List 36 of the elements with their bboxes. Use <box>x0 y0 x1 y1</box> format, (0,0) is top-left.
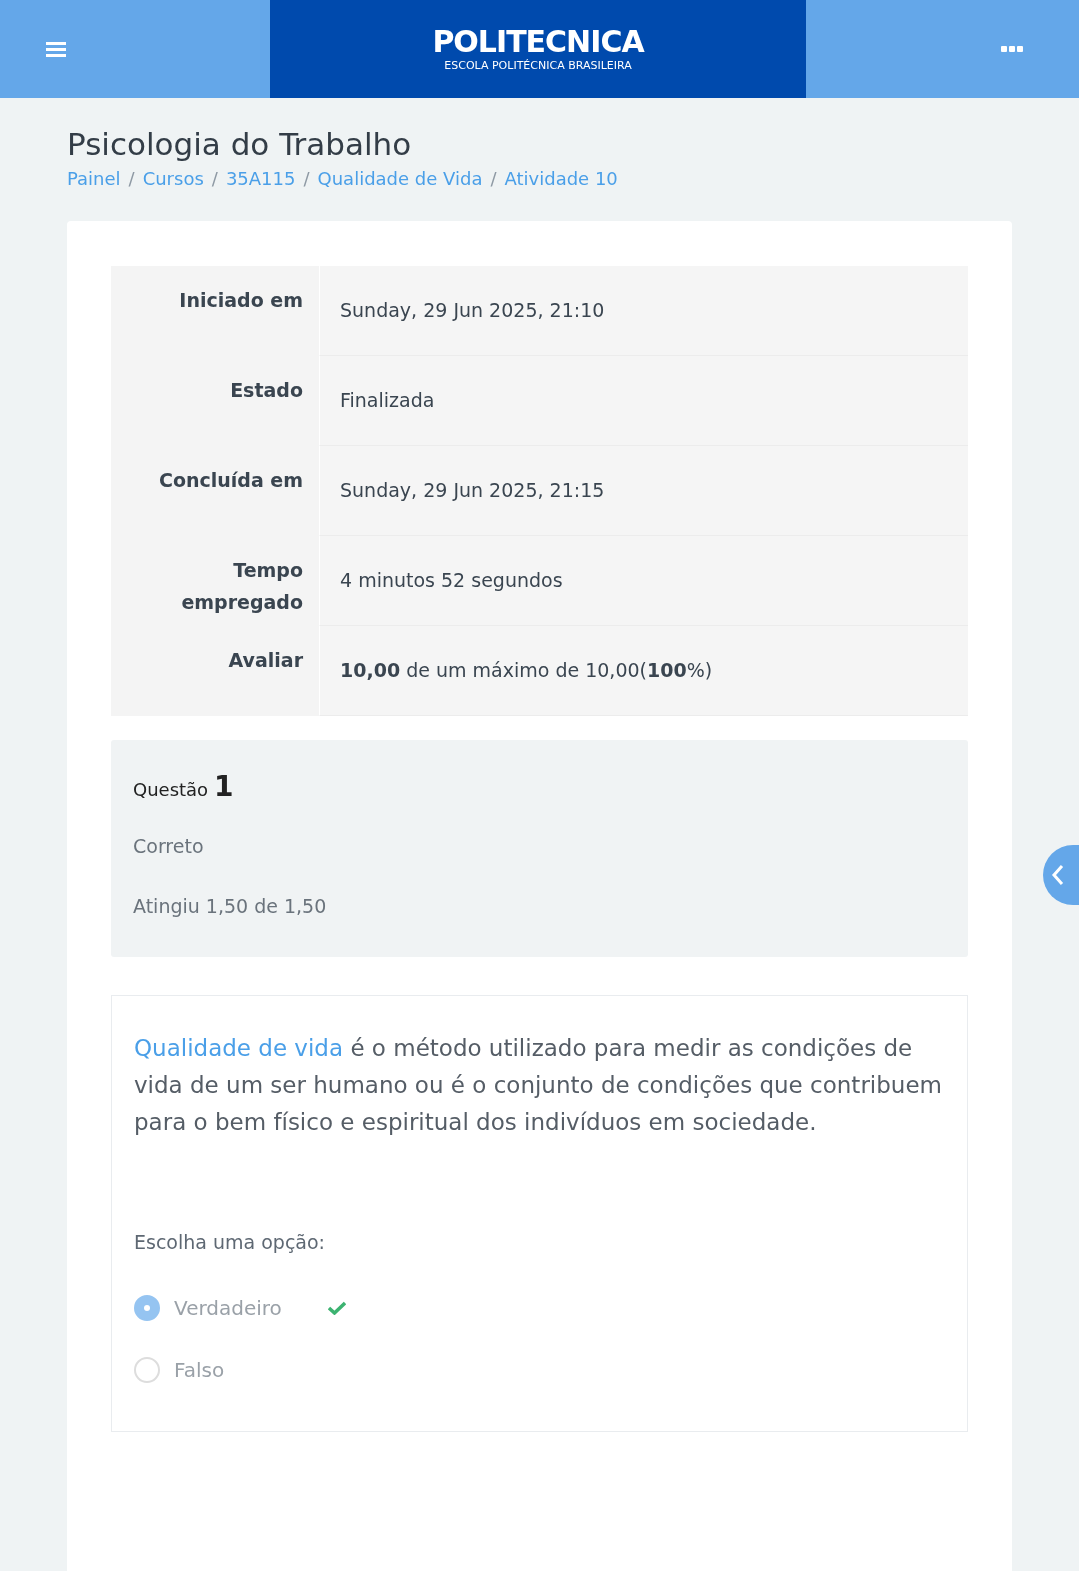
question-status: Correto <box>133 835 205 857</box>
logo-subtitle: ESCOLA POLITÉCNICA BRASILEIRA <box>444 58 632 72</box>
drawer-toggle-icon[interactable] <box>1043 845 1079 905</box>
question-link[interactable]: Qualidade de vida <box>134 1035 344 1061</box>
breadcrumb-link[interactable]: Painel <box>67 168 121 189</box>
summary-value: Sunday, 29 Jun 2025, 21:10 <box>319 266 968 356</box>
breadcrumb-link[interactable]: Qualidade de Vida <box>317 168 483 189</box>
summary-label: Estado <box>229 378 304 403</box>
breadcrumb-link[interactable]: Cursos <box>142 168 204 189</box>
question-grade: Atingiu 1,50 de 1,50 <box>133 895 328 917</box>
summary-value: 4 minutos 52 segundos <box>319 536 968 626</box>
summary-value: 10,00 de um máximo de 10,00(100%) <box>319 626 968 716</box>
question-text: Qualidade de vida é o método utilizado para medir as condições de vida de um ser humano ou é o conjunto de condições que contribuem para o bem físico e espiritual dos indivíduos em sociedade. <box>134 1034 943 1137</box>
page-title: Psicologia do Trabalho <box>67 126 413 162</box>
breadcrumb-separator: / <box>490 168 497 189</box>
question-number: 1 <box>213 770 234 803</box>
option-label: Falso <box>174 1358 226 1382</box>
summary-label: Iniciado em <box>178 288 304 313</box>
breadcrumb-separator: / <box>128 168 135 189</box>
breadcrumb-separator: / <box>303 168 310 189</box>
breadcrumb-link[interactable]: 35A115 <box>225 168 296 189</box>
summary-value: Sunday, 29 Jun 2025, 21:15 <box>319 446 968 536</box>
breadcrumb-link[interactable]: Atividade 10 <box>504 168 618 189</box>
summary-value: Finalizada <box>319 356 968 446</box>
summary-label: Tempo empregado <box>180 558 304 615</box>
menu-icon[interactable] <box>46 41 66 57</box>
summary-label: Concluída em <box>157 468 304 493</box>
option-label: Verdadeiro <box>174 1296 283 1320</box>
more-icon[interactable] <box>1001 46 1023 52</box>
summary-label: Avaliar <box>227 648 304 673</box>
breadcrumb-separator: / <box>211 168 218 189</box>
question-label: Questão <box>133 779 209 800</box>
logo-title: POLITECNICA <box>432 26 644 57</box>
radio-button[interactable] <box>134 1357 160 1383</box>
answer-prompt: Escolha uma opção: <box>134 1231 326 1253</box>
radio-button[interactable] <box>134 1295 160 1321</box>
